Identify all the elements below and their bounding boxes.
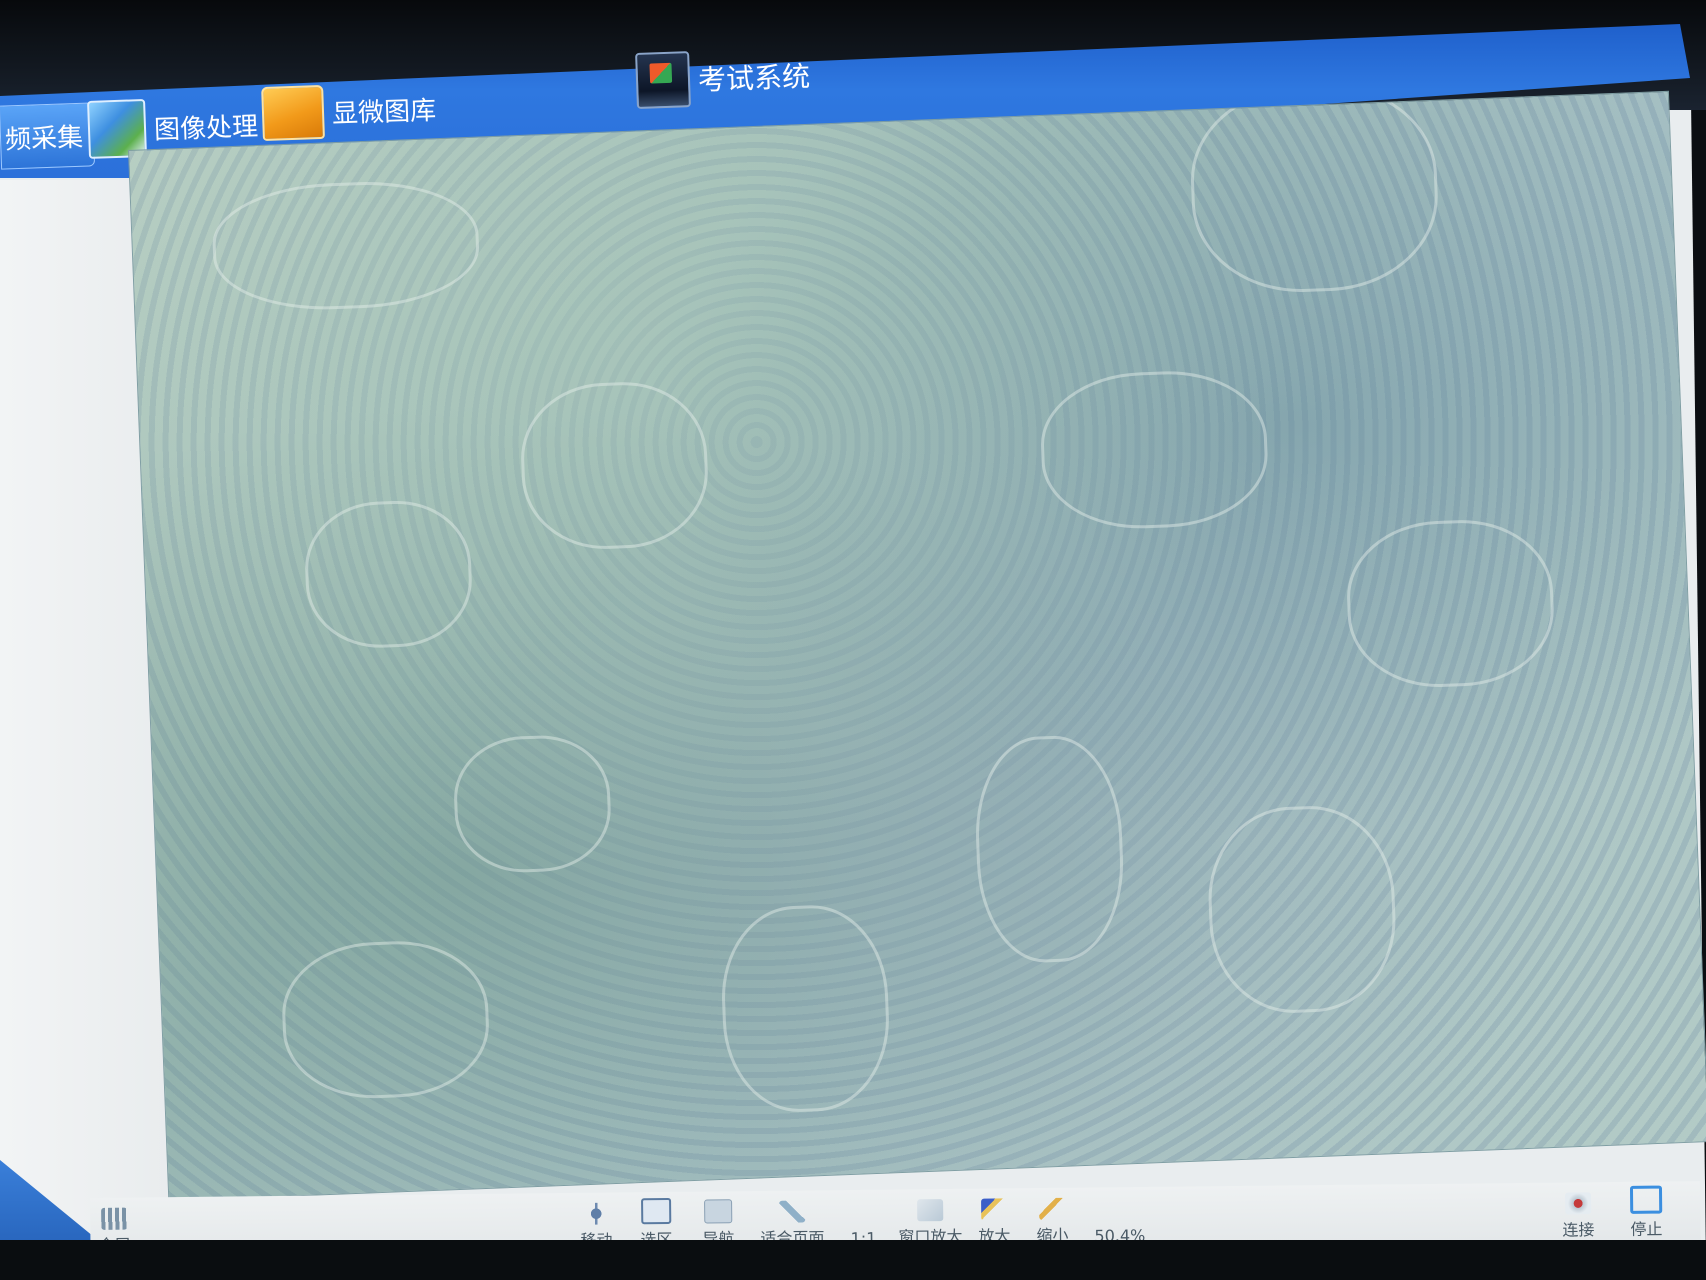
tissue-structure [302, 498, 475, 651]
tissue-structure [1344, 516, 1557, 691]
connect-button[interactable]: 连接 [1562, 1192, 1595, 1240]
selection-rect-icon [641, 1197, 672, 1225]
chevron-down-icon [1107, 1202, 1133, 1224]
tissue-structure [1187, 90, 1442, 297]
fullscreen-icon [101, 1207, 128, 1230]
zoom-level-dropdown[interactable]: 50.4% [1094, 1202, 1145, 1246]
tissue-structure [279, 937, 492, 1102]
stop-label: 停止 [1630, 1219, 1663, 1239]
monitor-icon [635, 51, 691, 110]
connect-icon [1565, 1192, 1592, 1215]
tissue-structure [718, 902, 893, 1115]
connect-label: 连接 [1562, 1220, 1595, 1240]
tissue-structure [518, 379, 711, 553]
stop-button[interactable]: 停止 [1629, 1185, 1663, 1240]
fit-page-icon [779, 1200, 806, 1223]
app-title: 考试系统 [697, 59, 811, 97]
tab-exam-system[interactable]: 考试系统 [635, 47, 811, 110]
stop-icon [1629, 1185, 1663, 1214]
tab-image-processing-label: 图像处理 [153, 111, 259, 146]
window-zoom-icon [917, 1199, 944, 1222]
monitor-bezel-bottom [0, 1240, 1706, 1280]
zoom-out-button[interactable]: 缩小 [1036, 1197, 1069, 1246]
microscope-image-viewport[interactable] [128, 90, 1706, 1202]
move-arrows-icon [583, 1202, 610, 1225]
tab-microscope-gallery[interactable]: 显微图库 [261, 81, 437, 142]
one-to-one-icon [850, 1205, 876, 1227]
tab-video-capture[interactable]: 频采集 [0, 102, 96, 170]
zoom-in-icon [981, 1198, 1008, 1221]
tab-video-capture-label: 频采集 [4, 122, 84, 155]
tissue-structure [210, 177, 482, 314]
tissue-structure [451, 733, 613, 875]
tissue-structure [1038, 367, 1271, 533]
tab-microscope-gallery-label: 显微图库 [331, 95, 437, 130]
tissue-structure [1205, 802, 1399, 1016]
zoom-out-icon [1039, 1197, 1066, 1221]
tissue-structure [972, 733, 1127, 965]
folder-pictures-icon [261, 84, 325, 142]
navigator-icon [704, 1199, 733, 1224]
